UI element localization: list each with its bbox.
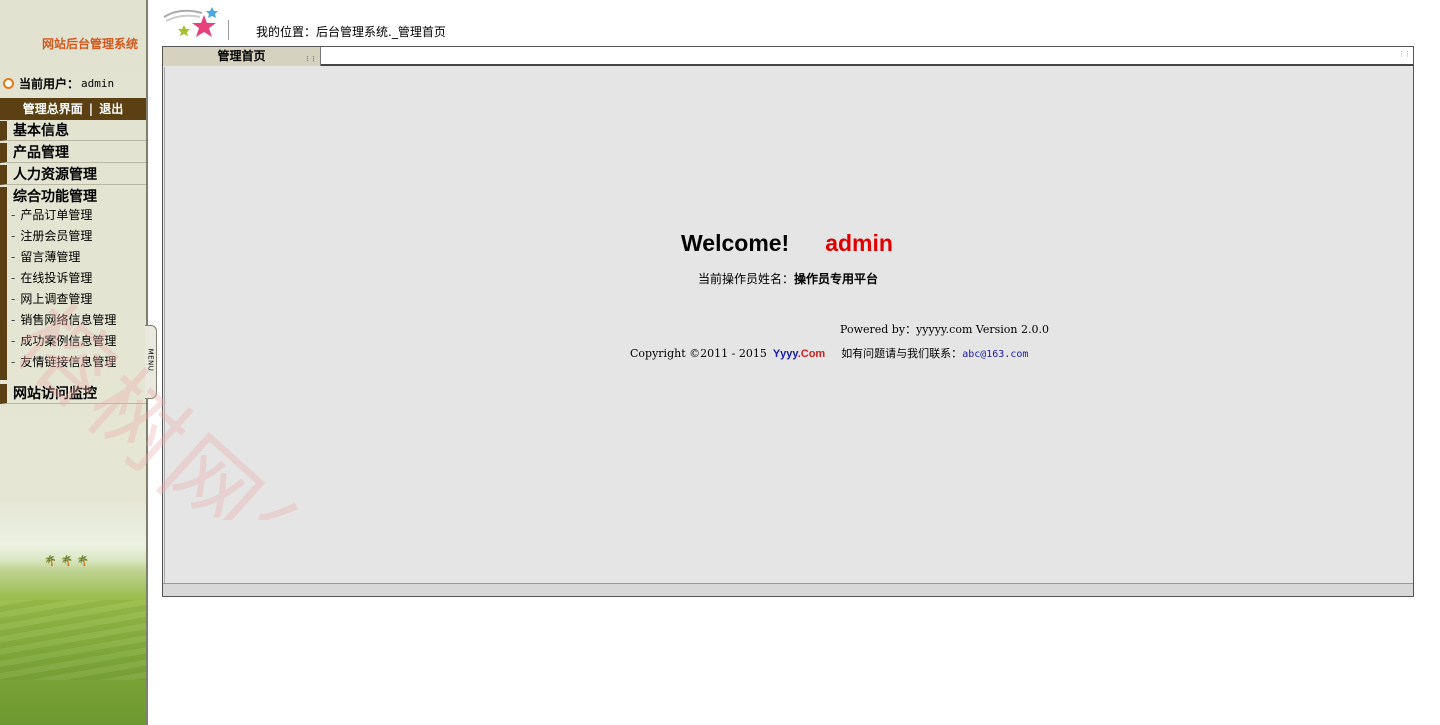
panel-bottom-bar bbox=[163, 583, 1413, 596]
menu-section-basic-info[interactable]: 基本信息 bbox=[0, 121, 146, 141]
system-title: 网站后台管理系统 bbox=[41, 37, 138, 51]
copyright-line: Copyright ©2011 - 2015 Yyyy.Com 如有问题请与我们联系… bbox=[630, 345, 1028, 361]
topbar-separator: | bbox=[88, 102, 94, 116]
submenu-item-cases[interactable]: 成功案例信息管理 bbox=[7, 331, 146, 352]
contact-label: 如有问题请与我们联系： bbox=[841, 347, 963, 360]
brand-logo: Yyyy.Com bbox=[773, 348, 825, 360]
user-circle-icon bbox=[3, 78, 14, 89]
content-area: Welcome! admin 当前操作员姓名：操作员专用平台 Powered by… bbox=[164, 67, 1412, 583]
submenu-item-surveys[interactable]: 网上调查管理 bbox=[7, 289, 146, 310]
contact-email-link[interactable]: abc@163.com bbox=[962, 349, 1028, 360]
welcome-heading: Welcome! admin bbox=[681, 230, 893, 257]
operator-info: 当前操作员姓名：操作员专用平台 bbox=[698, 270, 878, 287]
breadcrumb: 我的位置：后台管理系统._管理首页 bbox=[256, 25, 446, 39]
brand-suffix: .Com bbox=[797, 348, 826, 360]
header-separator bbox=[228, 20, 229, 40]
menu-section-monitor[interactable]: 网站访问监控 bbox=[0, 384, 146, 404]
operator-label: 当前操作员姓名： bbox=[698, 272, 795, 286]
menu-toggle-tab[interactable]: MENU bbox=[145, 325, 157, 399]
current-user-value: admin bbox=[81, 77, 115, 90]
menu-section-general[interactable]: 综合功能管理 bbox=[0, 187, 146, 207]
grass-field-decoration bbox=[0, 600, 146, 680]
submenu-item-orders[interactable]: 产品订单管理 bbox=[7, 205, 146, 226]
copyright-text: Copyright ©2011 - 2015 bbox=[630, 347, 767, 360]
sidebar-topbar: 管理总界面 | 退出 bbox=[0, 98, 146, 120]
current-user: 当前用户： admin bbox=[3, 75, 114, 92]
palm-trees-decoration: 🌴🌴🌴 bbox=[44, 556, 94, 567]
sidebar: 网站后台管理系统 当前用户： admin 管理总界面 | 退出 基本信息 产品管理 … bbox=[0, 0, 146, 725]
submenu-item-sales-network[interactable]: 销售网络信息管理 bbox=[7, 310, 146, 331]
main-panel: 管理首页 ⋮⋮ ⋮⋮ Welcome! admin 当前操作员姓名：操作员专用平台… bbox=[162, 46, 1414, 597]
stars-logo-icon bbox=[162, 5, 222, 45]
tab-admin-home[interactable]: 管理首页 ⋮⋮ bbox=[163, 47, 321, 66]
operator-value: 操作员专用平台 bbox=[794, 272, 879, 286]
menu-toggle-label: MENU bbox=[146, 348, 155, 372]
welcome-text: Welcome! bbox=[681, 230, 790, 256]
tab-bar: 管理首页 ⋮⋮ ⋮⋮ bbox=[163, 47, 1413, 66]
tab-admin-home-label: 管理首页 bbox=[217, 49, 266, 63]
tab-grip-icon: ⋮⋮ bbox=[304, 55, 317, 63]
submenu-item-complaints[interactable]: 在线投诉管理 bbox=[7, 268, 146, 289]
submenu-item-members[interactable]: 注册会员管理 bbox=[7, 226, 146, 247]
admin-home-link[interactable]: 管理总界面 bbox=[23, 102, 83, 116]
current-user-label: 当前用户： bbox=[19, 77, 80, 91]
welcome-username: admin bbox=[825, 230, 893, 256]
powered-by: Powered by：yyyyy.com Version 2.0.0 bbox=[840, 323, 1049, 336]
menu-section-hr[interactable]: 人力资源管理 bbox=[0, 165, 146, 185]
brand-main: Yyyy bbox=[772, 348, 798, 360]
submenu-item-guestbook[interactable]: 留言薄管理 bbox=[7, 247, 146, 268]
tabbar-grip-icon: ⋮⋮ bbox=[1398, 50, 1411, 58]
menu-section-products[interactable]: 产品管理 bbox=[0, 143, 146, 163]
submenu-item-links[interactable]: 友情链接信息管理 bbox=[7, 352, 146, 373]
logout-link[interactable]: 退出 bbox=[99, 102, 123, 116]
general-submenu: 产品订单管理 注册会员管理 留言薄管理 在线投诉管理 网上调查管理 销售网络信息… bbox=[0, 205, 146, 380]
